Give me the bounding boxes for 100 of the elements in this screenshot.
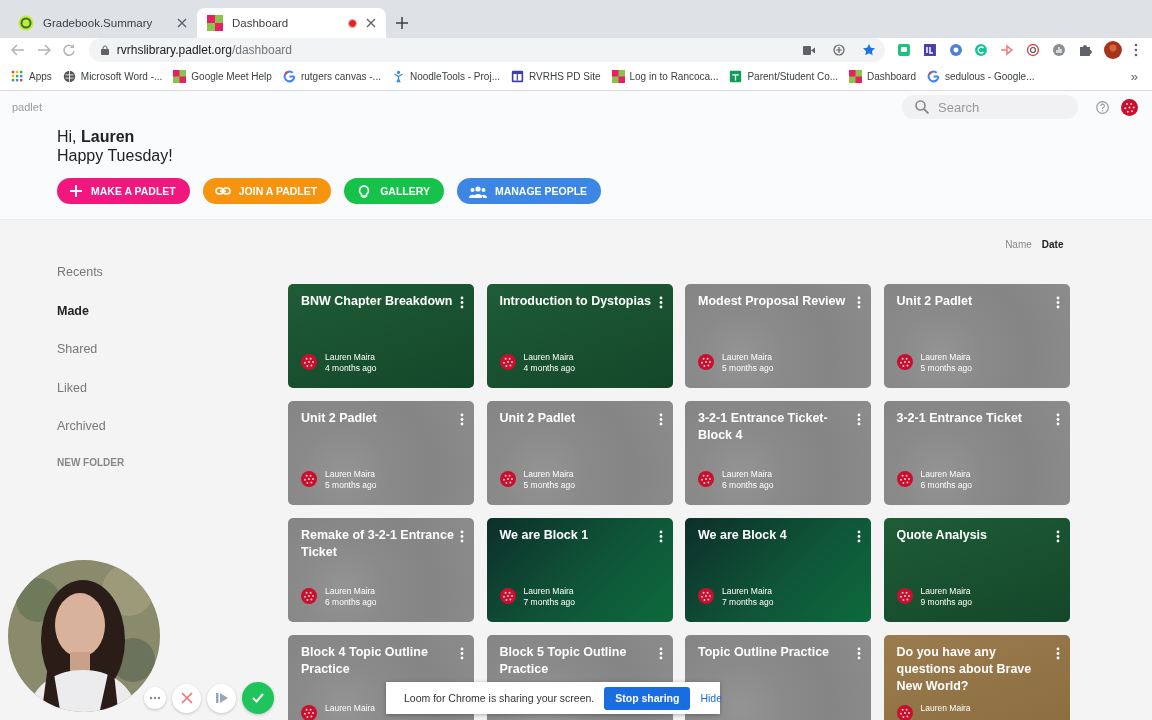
card-title: Remake of 3-2-1 Entrance Ticket [301,527,454,561]
action-button[interactable]: MAKE A PADLET [57,178,190,204]
more-icon[interactable] [658,296,663,309]
close-icon[interactable] [366,18,376,28]
card-author: Lauren Maira [920,469,972,480]
bookmark[interactable]: RVRHS PD Site [511,69,601,83]
bookmark[interactable]: Apps [11,69,52,83]
card-author: Lauren Maira [325,469,377,480]
browser-tab[interactable]: Dashboard [197,8,386,38]
new-tab-icon[interactable] [396,17,408,29]
avatar-icon[interactable] [1121,98,1138,116]
link-icon [214,184,231,198]
puzzle-icon[interactable] [1078,43,1093,57]
letters-icon[interactable] [922,43,937,57]
bookmark[interactable]: sedulous - Google... [927,69,1035,83]
bookmark[interactable]: Dashboard [849,69,916,83]
star-icon[interactable] [862,44,875,56]
bookmark[interactable]: Microsoft Word -... [62,69,163,83]
back-icon[interactable] [11,44,25,56]
sidebar-item[interactable]: Archived [57,418,288,434]
chart-badge-icon[interactable] [1052,43,1067,57]
bookmark[interactable]: Log in to Rancoca... [611,69,719,83]
padlet-card[interactable]: We are Block 4 Lauren Maira 7 months ago [685,518,871,622]
more-icon[interactable] [658,530,663,543]
padlet-card[interactable]: Unit 2 Padlet Lauren Maira 5 months ago [486,401,673,505]
action-button[interactable]: MANAGE PEOPLE [456,178,602,204]
apps-grid-icon [11,69,24,83]
squares-icon [611,69,625,83]
card-title: Topic Outline Practice [698,644,830,661]
card-title: Block 5 Topic Outline Practice [499,644,628,678]
card-time: 9 months ago [920,597,972,608]
card-author: Lauren Maira [523,352,575,363]
card-title: Introduction to Dystopias [499,293,651,310]
avatar-icon [698,471,714,487]
chat-icon[interactable] [896,43,911,57]
padlet-card[interactable]: Modest Proposal Review Lauren Maira 5 months ago [685,284,871,388]
help-icon[interactable] [1096,100,1109,114]
avatar-icon [301,354,317,370]
done-button[interactable] [242,682,274,714]
greeting-subtitle: Happy Tuesday! [57,146,174,165]
more-button[interactable] [144,687,166,709]
logo-text[interactable]: padlet [12,101,42,113]
card-author: Lauren Maira [325,703,376,714]
browser-tab[interactable]: Gradebook.Summary [8,8,197,38]
greeting-text: Hi, Lauren [57,127,136,146]
card-title: Unit 2 Padlet [499,410,576,427]
bookmark[interactable]: NoodleTools - Proj... [391,69,500,83]
padlet-card[interactable]: 3-2-1 Entrance Ticket-Block 4 Lauren Maira 6 months ago [685,401,871,505]
sidebar-item[interactable]: Made [57,302,288,319]
avatar-icon [499,354,516,370]
cancel-button[interactable] [172,683,201,713]
card-time: 5 months ago [523,480,575,491]
sidebar-item[interactable]: Recents [57,264,288,280]
card-author: Lauren Maira [920,703,971,714]
bookmark[interactable]: Parent/Student Co... [729,69,839,83]
card-title: Modest Proposal Review [698,293,846,310]
more-icon[interactable] [1055,647,1060,660]
padlet-card[interactable]: BNW Chapter Breakdown Lauren Maira 4 months ago [288,284,474,388]
add-circle-icon[interactable] [832,44,845,56]
url-text: rvrhslibrary.padlet.org/dashboard [116,43,292,57]
padlet-card[interactable]: Introduction to Dystopias Lauren Maira 4 months ago [486,284,673,388]
reload-icon[interactable] [62,44,75,56]
tab-title: Dashboard [232,17,290,29]
sidebar-item[interactable]: Shared [57,341,288,357]
avatar-icon [301,471,317,487]
padlet-card[interactable]: Unit 2 Padlet Lauren Maira 5 months ago [883,284,1070,388]
check-icon [251,692,265,704]
card-author: Lauren Maira [325,352,377,363]
sort-option[interactable]: Date [1041,239,1064,252]
address-bar[interactable]: rvrhslibrary.padlet.org/dashboard [88,38,885,62]
more-icon[interactable] [460,296,464,309]
overflow-chevron[interactable]: » [1130,68,1138,84]
card-author: Lauren Maira [523,586,575,597]
pause-button[interactable] [207,683,236,713]
forward-icon[interactable] [36,44,51,56]
people-icon [468,184,487,198]
padlet-card[interactable]: Unit 2 Padlet Lauren Maira 5 months ago [288,401,474,505]
avatar-icon[interactable] [1104,41,1122,59]
bookmark[interactable]: Google Meet Help [173,69,272,83]
bookmark[interactable]: rutgers canvas -... [282,69,381,83]
avatar-icon [301,705,317,720]
arrow-shape-icon[interactable] [1000,43,1015,57]
sort-option[interactable]: Name [1005,239,1032,252]
more-icon[interactable] [1055,530,1060,543]
new-folder-link[interactable]: NEW FOLDER [57,456,288,468]
search-field[interactable]: Search [902,95,1078,119]
padlet-card[interactable]: Remake of 3-2-1 Entrance Ticket Lauren Maira 6 months ago [288,518,474,622]
sidebar-item[interactable]: Liked [57,379,288,396]
padlet-card[interactable]: Do you have any questions about Brave New World? Lauren Maira [883,635,1070,720]
more-icon[interactable] [857,530,861,543]
stop-sharing-button[interactable]: Stop sharing [604,686,691,710]
card-author: Lauren Maira [920,352,972,363]
padlet-card[interactable]: 3-2-1 Entrance Ticket Lauren Maira 6 months ago [883,401,1070,505]
avatar-icon [698,354,714,370]
more-icon[interactable] [1133,43,1138,57]
camera-icon[interactable] [802,45,815,55]
padlet-card[interactable]: We are Block 1 Lauren Maira 7 months ago [486,518,673,622]
padlet-card[interactable]: Quote Analysis Lauren Maira 9 months ago [883,518,1070,622]
close-icon[interactable] [177,18,187,28]
c-badge-icon[interactable] [974,43,989,57]
